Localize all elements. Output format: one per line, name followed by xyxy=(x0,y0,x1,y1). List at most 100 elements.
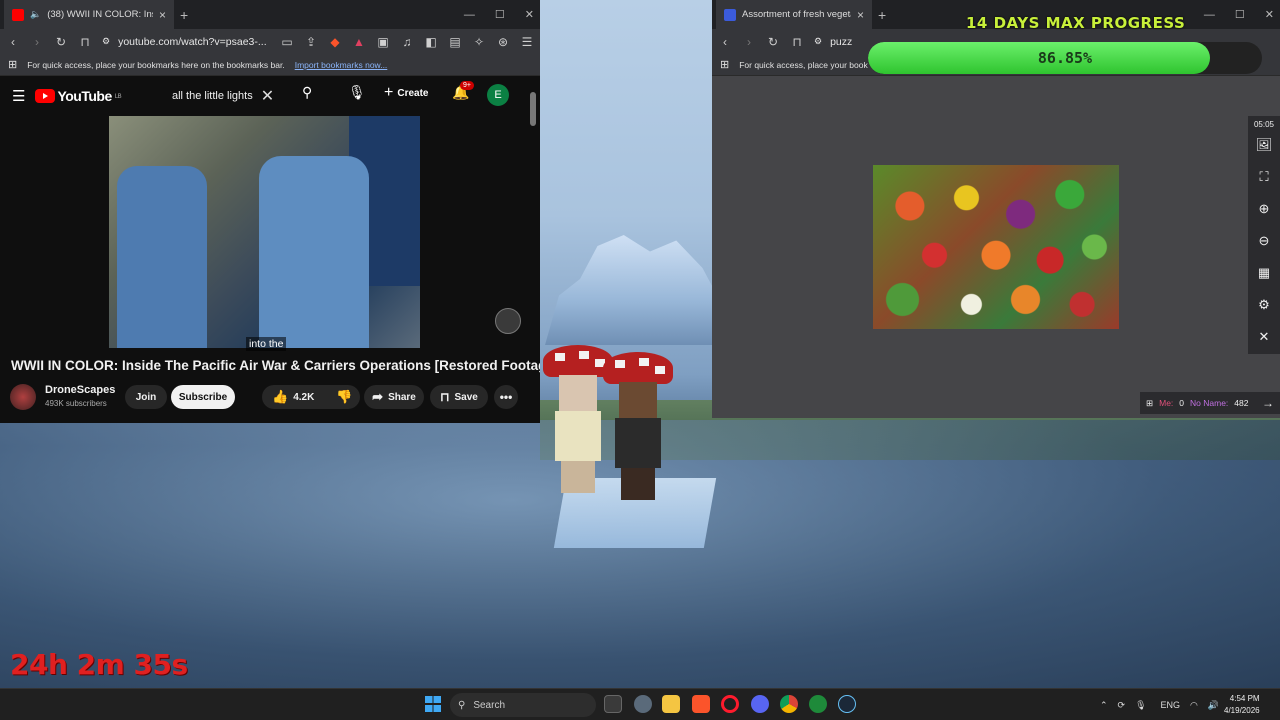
share-page-icon[interactable]: ⇪ xyxy=(304,35,318,49)
maximize-icon[interactable]: ☐ xyxy=(1235,8,1245,21)
sync-icon[interactable]: ⟳ xyxy=(1118,700,1126,711)
site-info-icon[interactable]: ⚙ xyxy=(102,36,110,47)
taskbar-search[interactable]: ⚲ Search xyxy=(450,693,596,717)
youtube-logo[interactable]: YouTube LB xyxy=(35,88,122,104)
puzzle-board[interactable] xyxy=(712,76,1280,418)
bookmark-icon[interactable]: ⊓ xyxy=(790,35,804,49)
opera-icon[interactable] xyxy=(721,695,739,713)
search-icon[interactable]: ⚲ xyxy=(302,84,312,101)
cast-icon[interactable]: ▭ xyxy=(280,35,294,49)
save-button[interactable]: ⊓ Save xyxy=(430,385,488,409)
more-actions-button[interactable]: ••• xyxy=(494,385,518,409)
thumbs-down-icon[interactable]: 👎 xyxy=(336,389,352,405)
player-character-bearded xyxy=(603,352,673,502)
forward-icon[interactable]: › xyxy=(742,35,756,49)
zoom-in-icon[interactable]: ⊕ xyxy=(1248,193,1280,225)
noname-score: 482 xyxy=(1234,398,1249,408)
player-body xyxy=(555,411,601,461)
reload-icon[interactable]: ↻ xyxy=(54,35,68,49)
brave-shield-icon[interactable]: ◆ xyxy=(328,35,342,49)
brave-rewards-icon[interactable]: ▲ xyxy=(352,35,366,49)
join-button[interactable]: Join xyxy=(125,385,167,409)
channel-name[interactable]: DroneScapes xyxy=(45,384,115,396)
back-icon[interactable]: ‹ xyxy=(718,35,732,49)
steam-icon[interactable] xyxy=(838,695,856,713)
language-indicator[interactable]: ENG xyxy=(1161,700,1181,710)
discord-icon[interactable] xyxy=(751,695,769,713)
tab-puzzle[interactable]: Assortment of fresh vegetables × xyxy=(716,0,872,29)
site-info-icon[interactable]: ⚙ xyxy=(814,36,822,47)
apps-grid-icon[interactable]: ⊞ xyxy=(720,58,729,71)
new-tab-button[interactable]: + xyxy=(180,7,188,23)
xbox-app-icon[interactable] xyxy=(809,695,827,713)
progress-percent: 86.85% xyxy=(1037,49,1093,67)
window-controls: — ☐ ✕ xyxy=(1204,0,1274,29)
youtube-watch-page: into the WWII IN COLOR: Inside The Pacif… xyxy=(0,116,540,423)
windows-start-icon[interactable] xyxy=(425,696,441,712)
channel-watermark-icon[interactable] xyxy=(495,308,521,334)
wallet-icon[interactable]: ▤ xyxy=(448,35,462,49)
account-avatar[interactable]: E xyxy=(487,84,509,106)
microphone-icon[interactable]: 🎙 xyxy=(348,84,366,101)
volume-icon[interactable]: 🔊 xyxy=(1208,700,1219,711)
address-bar[interactable]: ⚙ youtube.com/watch?v=psae3-... xyxy=(102,31,270,52)
speaker-icon[interactable]: 🔈 xyxy=(30,9,41,20)
apps-grid-icon[interactable]: ⊞ xyxy=(8,58,17,71)
zoom-out-icon[interactable]: ⊖ xyxy=(1248,225,1280,257)
fullscreen-icon[interactable]: ⛶ xyxy=(1248,161,1280,193)
settings-gear-icon[interactable]: ⚙ xyxy=(1248,289,1280,321)
chevron-up-icon[interactable]: ⌃ xyxy=(1100,700,1108,711)
brave-browser-icon[interactable] xyxy=(692,695,710,713)
sidebar-icon[interactable]: ◧ xyxy=(424,35,438,49)
clear-search-icon[interactable]: ✕ xyxy=(261,86,274,106)
minimize-icon[interactable]: — xyxy=(464,9,475,21)
channel-avatar[interactable] xyxy=(10,384,36,410)
puzzle-image-vegetables[interactable] xyxy=(873,165,1119,329)
video-player[interactable] xyxy=(109,116,420,348)
windows-taskbar: ⚲ Search ⌃ ⟳ 🎙 ENG ◠ 🔊 4:54 PM 4/19/2026 xyxy=(0,688,1280,720)
close-tab-icon[interactable]: × xyxy=(159,8,166,22)
close-window-icon[interactable]: ✕ xyxy=(1265,8,1274,21)
tab-youtube[interactable]: 🔈 (38) WWII IN COLOR: Inside T × xyxy=(4,0,174,29)
bookmark-icon[interactable]: ⊓ xyxy=(78,35,92,49)
maximize-icon[interactable]: ☐ xyxy=(495,8,505,21)
thumbs-up-icon[interactable]: 👍 xyxy=(272,389,288,405)
notification-count-badge: 9+ xyxy=(460,81,474,90)
file-explorer-task-view-icon[interactable] xyxy=(604,695,622,713)
leo-ai-icon[interactable]: ✧ xyxy=(472,35,486,49)
close-tab-icon[interactable]: × xyxy=(857,8,864,22)
media-icon[interactable]: ♫ xyxy=(400,35,414,49)
settings-gear-icon[interactable] xyxy=(634,695,652,713)
page-scrollbar[interactable] xyxy=(530,92,536,126)
microphone-icon[interactable]: 🎙 xyxy=(1135,700,1146,711)
import-bookmarks-link[interactable]: Import bookmarks now... xyxy=(295,60,388,70)
close-icon[interactable]: ✕ xyxy=(1248,321,1280,353)
arrow-right-icon[interactable]: → xyxy=(1262,396,1274,410)
reader-mode-icon[interactable]: ▣ xyxy=(376,35,390,49)
new-tab-button[interactable]: + xyxy=(878,7,886,23)
arrange-pieces-icon[interactable]: ▦ xyxy=(1248,257,1280,289)
minimize-icon[interactable]: — xyxy=(1204,9,1215,21)
vpn-icon[interactable]: ⊛ xyxy=(496,35,510,49)
menu-icon[interactable]: ☰ xyxy=(520,35,534,49)
share-arrow-icon: ➦ xyxy=(372,389,384,404)
youtube-search-box[interactable]: all the little lights ✕ xyxy=(172,82,292,110)
create-button[interactable]: + Create xyxy=(384,84,428,102)
chrome-icon[interactable] xyxy=(780,695,798,713)
system-clock[interactable]: 4:54 PM 4/19/2026 xyxy=(1224,693,1260,717)
hamburger-menu-icon[interactable]: ☰ xyxy=(12,87,25,105)
video-caption: into the xyxy=(246,337,287,351)
close-window-icon[interactable]: ✕ xyxy=(525,8,534,21)
search-input[interactable]: all the little lights xyxy=(172,90,253,102)
youtube-favicon-icon xyxy=(12,8,24,21)
subscribe-button[interactable]: Subscribe xyxy=(171,385,235,409)
puzzle-timer: 05:05 xyxy=(1253,120,1275,129)
forward-icon[interactable]: › xyxy=(30,35,44,49)
file-explorer-icon[interactable] xyxy=(662,695,680,713)
preview-image-icon[interactable]: 🖼 xyxy=(1248,129,1280,161)
back-icon[interactable]: ‹ xyxy=(6,35,20,49)
like-count[interactable]: 4.2K xyxy=(293,392,314,403)
wifi-icon[interactable]: ◠ xyxy=(1190,700,1198,711)
share-button[interactable]: ➦ Share xyxy=(364,385,424,409)
reload-icon[interactable]: ↻ xyxy=(766,35,780,49)
